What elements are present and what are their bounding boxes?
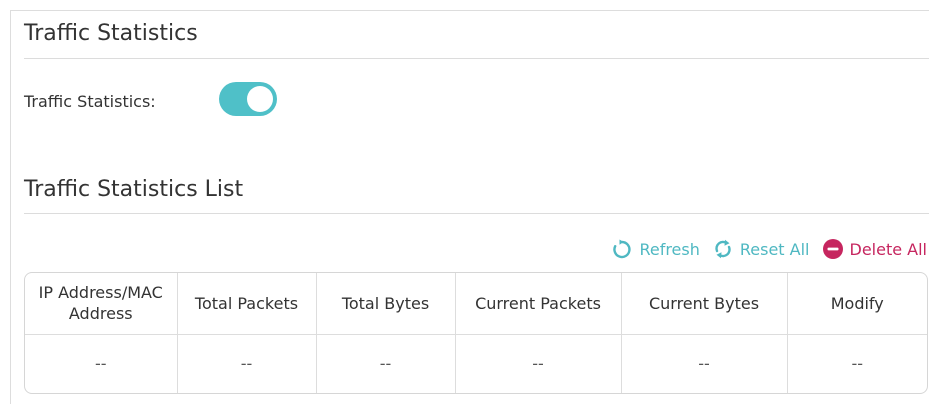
column-header-current-packets: Current Packets: [455, 273, 622, 335]
cell-total-packets: --: [177, 334, 317, 393]
delete-all-label: Delete All: [849, 239, 928, 259]
column-header-current-bytes: Current Bytes: [621, 273, 788, 335]
refresh-label: Refresh: [639, 239, 700, 259]
toggle-knob: [247, 86, 273, 112]
cell-current-bytes: --: [621, 334, 788, 393]
cell-current-packets: --: [455, 334, 622, 393]
table-toolbar: Refresh Reset All Delete All: [599, 237, 927, 261]
cell-total-bytes: --: [316, 334, 456, 393]
cell-modify: --: [851, 354, 864, 374]
table-row: -- -- -- -- -- --: [25, 334, 927, 393]
list-divider: [24, 213, 929, 214]
column-header-ip-mac: IP Address/MAC Address: [25, 273, 178, 335]
list-title: Traffic Statistics List: [24, 177, 244, 202]
reset-all-button[interactable]: Reset All: [712, 238, 810, 260]
refresh-button[interactable]: Refresh: [611, 238, 700, 260]
column-header-total-packets: Total Packets: [177, 273, 317, 335]
reset-icon: [715, 239, 731, 259]
delete-all-button[interactable]: Delete All: [822, 238, 928, 260]
traffic-statistics-label: Traffic Statistics:: [24, 92, 156, 111]
column-header-modify: Modify: [787, 273, 927, 335]
traffic-statistics-toggle[interactable]: [219, 82, 277, 116]
refresh-icon: [613, 239, 632, 259]
column-header-total-bytes: Total Bytes: [316, 273, 456, 335]
table-header-row: IP Address/MAC Address Total Packets Tot…: [25, 273, 927, 335]
delete-icon: [822, 239, 843, 259]
traffic-statistics-table: IP Address/MAC Address Total Packets Tot…: [24, 272, 928, 394]
cell-ip-mac: --: [25, 334, 178, 393]
reset-all-label: Reset All: [739, 239, 810, 259]
section-divider: [24, 58, 929, 59]
section-title: Traffic Statistics: [24, 21, 198, 46]
